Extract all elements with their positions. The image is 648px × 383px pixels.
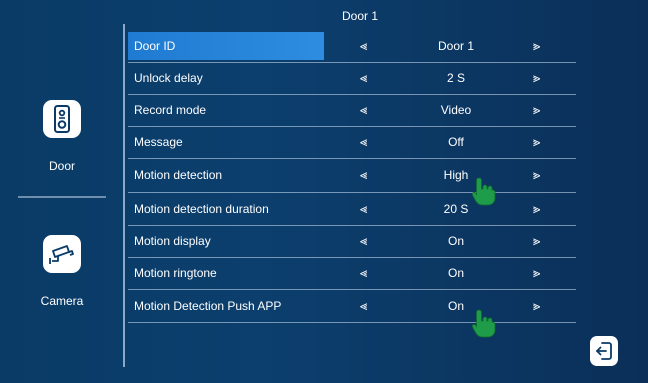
hand-pointer-icon [470, 176, 498, 206]
previous-value-icon[interactable]: ⪡ [360, 225, 367, 257]
page-title: Door 1 [341, 9, 379, 23]
sidebar-separator [123, 24, 125, 367]
next-value-icon[interactable]: ⪢ [533, 193, 540, 225]
row-label: Door ID [134, 39, 176, 53]
settings-row-motion-detection-push-app[interactable]: Motion Detection Push APP ⪡ On ⪢ [128, 290, 576, 322]
previous-value-icon[interactable]: ⪡ [360, 126, 367, 158]
next-value-icon[interactable]: ⪢ [533, 94, 540, 126]
settings-row-record-mode[interactable]: Record mode ⪡ Video ⪢ [128, 94, 576, 126]
previous-value-icon[interactable]: ⪡ [360, 62, 367, 94]
settings-row-motion-detection[interactable]: Motion detection ⪡ High ⪢ [128, 159, 576, 191]
previous-value-icon[interactable]: ⪡ [360, 159, 367, 191]
sidebar-item-label: Door [48, 159, 75, 173]
hand-pointer-icon [470, 308, 498, 338]
row-label: Motion ringtone [134, 266, 217, 280]
next-value-icon[interactable]: ⪢ [533, 290, 540, 322]
settings-row-motion-detection-duration[interactable]: Motion detection duration ⪡ 20 S ⪢ [128, 193, 576, 225]
row-label: Motion detection duration [134, 202, 269, 216]
exit-icon [596, 342, 612, 360]
settings-row-message[interactable]: Message ⪡ Off ⪢ [128, 126, 576, 158]
previous-value-icon[interactable]: ⪡ [360, 290, 367, 322]
row-value: Door 1 [437, 39, 475, 53]
next-value-icon[interactable]: ⪢ [533, 62, 540, 94]
row-label: Message [134, 135, 183, 149]
previous-value-icon[interactable]: ⪡ [360, 30, 367, 62]
previous-value-icon[interactable]: ⪡ [360, 257, 367, 289]
sidebar-item-door[interactable]: Door [0, 0, 124, 190]
row-label: Motion Detection Push APP [134, 299, 282, 313]
next-value-icon[interactable]: ⪢ [533, 225, 540, 257]
previous-value-icon[interactable]: ⪡ [360, 193, 367, 225]
row-label: Motion display [134, 234, 211, 248]
settings-row-motion-ringtone[interactable]: Motion ringtone ⪡ On ⪢ [128, 257, 576, 289]
camera-icon [43, 235, 81, 273]
row-label: Unlock delay [134, 71, 203, 85]
row-label: Record mode [134, 103, 207, 117]
row-value: 2 S [446, 71, 465, 85]
sidebar: Door Camera [0, 0, 125, 383]
row-value: Off [448, 135, 464, 149]
settings-screen: Door Camera Door 1 Door ID ⪡ Door 1 ⪢ Un… [0, 0, 648, 383]
sidebar-item-camera[interactable]: Camera [0, 200, 124, 320]
row-value: Video [440, 103, 472, 117]
row-label: Motion detection [134, 168, 223, 182]
sidebar-item-label: Camera [40, 294, 84, 308]
doorbell-icon [43, 100, 81, 138]
settings-row-motion-display[interactable]: Motion display ⪡ On ⪢ [128, 225, 576, 257]
settings-row-door-id[interactable]: Door ID ⪡ Door 1 ⪢ [128, 30, 576, 62]
next-value-icon[interactable]: ⪢ [533, 126, 540, 158]
previous-value-icon[interactable]: ⪡ [360, 94, 367, 126]
settings-row-unlock-delay[interactable]: Unlock delay ⪡ 2 S ⪢ [128, 62, 576, 94]
exit-button[interactable] [590, 336, 618, 366]
row-divider [128, 322, 576, 323]
next-value-icon[interactable]: ⪢ [533, 30, 540, 62]
next-value-icon[interactable]: ⪢ [533, 257, 540, 289]
sidebar-divider [18, 196, 106, 198]
row-value: On [447, 266, 464, 280]
row-value: On [447, 234, 464, 248]
next-value-icon[interactable]: ⪢ [533, 159, 540, 191]
